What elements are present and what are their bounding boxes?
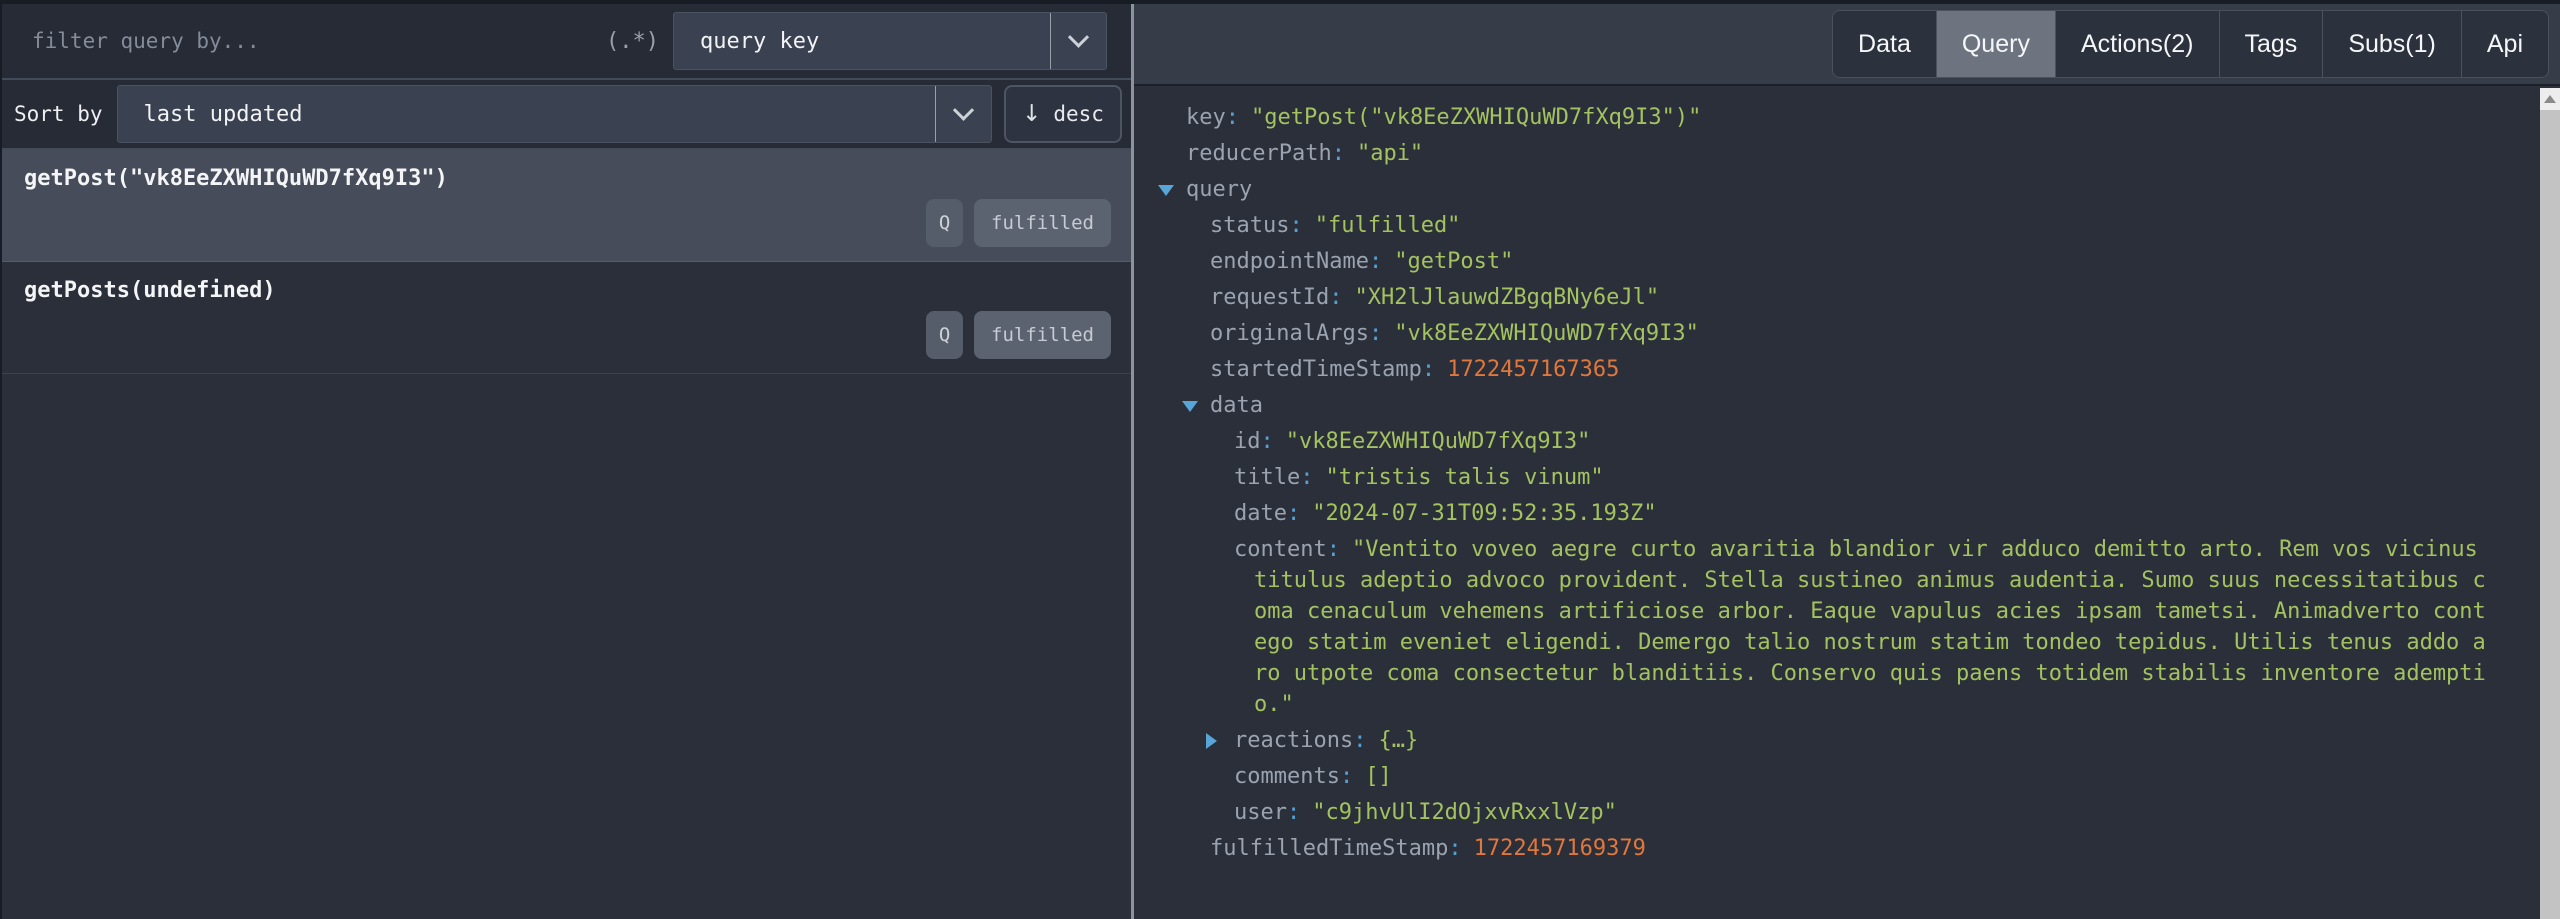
tree-expandable-key[interactable]: data [1210,393,1263,418]
tree-row-id: id "vk8EeZXWHIQuWD7fXq9I3" [1134,424,2512,460]
tree-row-endpointname: endpointName "getPost" [1134,244,2512,280]
tab-subs[interactable]: Subs(1) [2323,11,2462,77]
tree-key: reducerPath [1186,141,1345,166]
tree-row-requestid: requestId "XH2lJlauwdZBgqBNy6eJl" [1134,280,2512,316]
regex-toggle[interactable]: (.*) [606,29,659,54]
query-list: getPost("vk8EeZXWHIQuWD7fXq9I3") Q fulfi… [2,150,1131,919]
tree-row-status: status "fulfilled" [1134,208,2512,244]
tree-value: "tristis talis vinum" [1325,465,1603,490]
scrollbar-thumb[interactable] [2540,110,2560,919]
tab-actions[interactable]: Actions(2) [2056,11,2220,77]
tree-value: {…} [1378,728,1418,753]
detail-tab-strip: Data Query Actions(2) Tags Subs(1) Api [1134,4,2560,86]
tree-row-startedtimestamp: startedTimeStamp 1722457167365 [1134,352,2512,388]
query-type-badge: Q [926,311,963,359]
tree-key: startedTimeStamp [1210,357,1435,382]
sort-bar: Sort by last updated ↓ desc [2,80,1131,150]
status-badge: fulfilled [974,311,1111,359]
tree-value: 1722457169379 [1474,836,1646,861]
tree-key: requestId [1210,285,1342,310]
tree-value: "vk8EeZXWHIQuWD7fXq9I3" [1286,429,1591,454]
tab-data[interactable]: Data [1833,11,1937,77]
tree-key: content [1234,537,1340,562]
tree-key: date [1234,501,1300,526]
collapse-arrow-icon[interactable] [1158,185,1174,196]
arrow-down-icon: ↓ [1022,101,1041,127]
tree-value: "Ventito voveo aegre curto avaritia blan… [1254,537,2486,717]
sort-field-select[interactable]: last updated [117,85,992,143]
tree-value: "fulfilled" [1315,213,1461,238]
tree-value: "XH2lJlauwdZBgqBNy6eJl" [1354,285,1659,310]
expand-arrow-icon[interactable] [1206,733,1217,749]
query-list-item-getpost[interactable]: getPost("vk8EeZXWHIQuWD7fXq9I3") Q fulfi… [2,150,1131,262]
sort-direction-button[interactable]: ↓ desc [1004,85,1122,143]
tree-row-content: content"Ventito voveo aegre curto avarit… [1134,534,2512,720]
tree-key: fulfilledTimeStamp [1210,836,1462,861]
status-badge: fulfilled [974,199,1111,247]
tree-value: "vk8EeZXWHIQuWD7fXq9I3" [1394,321,1699,346]
filter-field-selected-value: query key [674,29,819,54]
json-tree: key "getPost("vk8EeZXWHIQuWD7fXq9I3")" re… [1134,86,2560,919]
tree-value: "getPost" [1394,249,1513,274]
rtk-query-devtools-panel: (.*) query key Sort by last updated ↓ de… [0,0,2560,919]
tree-value: [] [1365,764,1392,789]
filter-field-select[interactable]: query key [673,12,1107,70]
filter-query-input[interactable] [2,4,600,78]
chevron-down-icon [1068,26,1089,47]
tree-row-reactions: reactions {…} [1134,723,2512,759]
query-key-label: getPost("vk8EeZXWHIQuWD7fXq9I3") [24,166,1111,191]
scroll-up-button[interactable] [2540,88,2560,110]
tree-value: "getPost("vk8EeZXWHIQuWD7fXq9I3")" [1251,105,1701,130]
tree-key: key [1186,105,1239,130]
detail-tabs: Data Query Actions(2) Tags Subs(1) Api [1832,10,2549,78]
filter-field-select-opener[interactable] [1050,13,1106,69]
tree-value: "c9jhvUlI2dOjxvRxxlVzp" [1312,800,1617,825]
tree-value: "2024-07-31T09:52:35.193Z" [1312,501,1656,526]
tree-row-user: user "c9jhvUlI2dOjxvRxxlVzp" [1134,795,2512,831]
tab-api[interactable]: Api [2462,11,2548,77]
sort-field-selected-value: last updated [118,102,303,127]
tree-value: "api" [1357,141,1423,166]
tree-key: endpointName [1210,249,1382,274]
tree-row-fulfilledtimestamp: fulfilledTimeStamp 1722457169379 [1134,831,2512,867]
tree-row-date: date "2024-07-31T09:52:35.193Z" [1134,496,2512,532]
tree-row-title: title "tristis talis vinum" [1134,460,2512,496]
query-type-badge: Q [926,199,963,247]
collapse-arrow-icon[interactable] [1182,401,1198,412]
tab-query[interactable]: Query [1937,11,2056,77]
query-list-panel: (.*) query key Sort by last updated ↓ de… [2,4,1131,919]
query-key-label: getPosts(undefined) [24,278,1111,303]
tree-key: id [1234,429,1274,454]
query-list-item-getposts[interactable]: getPosts(undefined) Q fulfilled [2,262,1131,374]
tree-row-reducerpath: reducerPath "api" [1134,136,2512,172]
sort-direction-label: desc [1053,102,1104,126]
tree-key: status [1210,213,1303,238]
tree-row-comments: comments [] [1134,759,2512,795]
tree-row-data: data [1134,388,2512,424]
tree-key[interactable]: reactions [1234,728,1366,753]
tree-row-query: query [1134,172,2512,208]
tree-key: comments [1234,764,1353,789]
filter-bar: (.*) query key [2,4,1131,80]
tree-key: user [1234,800,1300,825]
tree-expandable-key[interactable]: query [1186,177,1252,202]
query-detail-panel: Data Query Actions(2) Tags Subs(1) Api k… [1134,4,2560,919]
tab-tags[interactable]: Tags [2220,11,2324,77]
tree-key: originalArgs [1210,321,1382,346]
query-item-badges: Q fulfilled [926,199,1111,247]
tree-value: 1722457167365 [1447,357,1619,382]
chevron-down-icon [953,99,974,120]
vertical-scrollbar[interactable] [2540,88,2560,919]
query-item-badges: Q fulfilled [926,311,1111,359]
tree-row-key: key "getPost("vk8EeZXWHIQuWD7fXq9I3")" [1134,100,2512,136]
tree-key: title [1234,465,1313,490]
tree-row-originalargs: originalArgs "vk8EeZXWHIQuWD7fXq9I3" [1134,316,2512,352]
sort-by-label: Sort by [14,102,103,126]
sort-field-select-opener[interactable] [935,86,991,142]
scroll-up-arrow-icon [2544,95,2556,103]
